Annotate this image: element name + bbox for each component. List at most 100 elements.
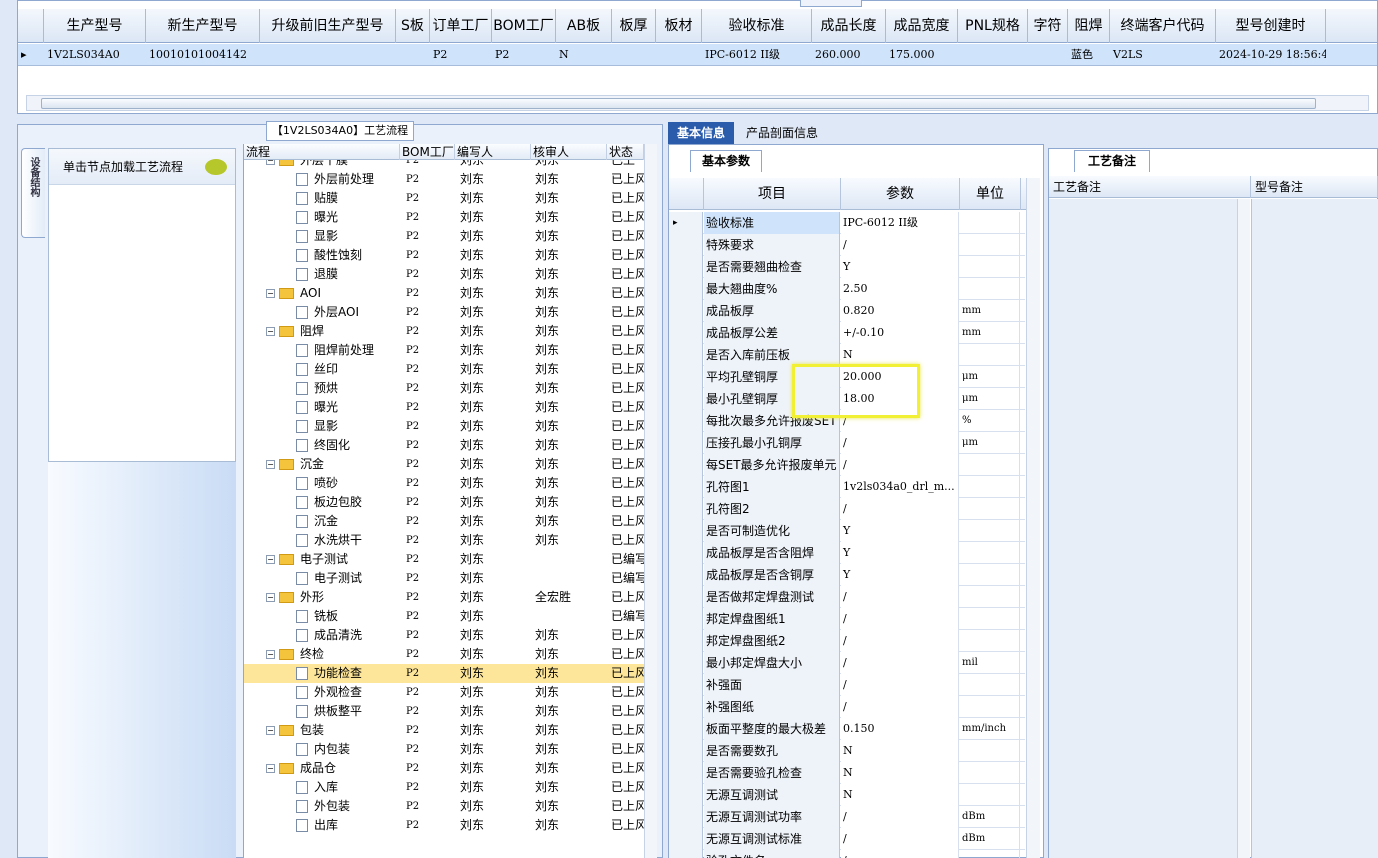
col-unit[interactable]: 单位 — [960, 178, 1021, 210]
param-value[interactable]: / — [841, 586, 959, 608]
flow-row[interactable]: − 成品仓 P2 刘东 刘东 已上风 — [244, 759, 644, 778]
flow-row[interactable]: 显影 P2 刘东 刘东 已上风 — [244, 227, 644, 246]
flow-node[interactable]: 出库 — [296, 816, 338, 835]
param-row[interactable]: 是否需要验孔检查 N — [669, 762, 1025, 784]
param-row[interactable]: 无源互调测试功率 / dBm — [669, 806, 1025, 828]
model-grid-col-7[interactable]: 板厚 — [612, 9, 656, 43]
flow-row[interactable]: − 外层干膜 P2 刘东 刘东 已上 — [244, 160, 644, 170]
param-value[interactable]: 0.820 — [841, 300, 959, 322]
flow-node[interactable]: 入库 — [296, 778, 338, 797]
param-value[interactable]: / — [841, 498, 959, 520]
param-row[interactable]: 压接孔最小孔铜厚 / μm — [669, 432, 1025, 454]
model-grid-cell-14[interactable]: 蓝色 — [1068, 44, 1110, 66]
param-value[interactable]: N — [841, 762, 959, 784]
flow-row[interactable]: − AOI P2 刘东 刘东 已上风 — [244, 284, 644, 303]
model-grid-cell-8[interactable] — [656, 44, 702, 66]
flow-row[interactable]: 成品清洗 P2 刘东 刘东 已上风 — [244, 626, 644, 645]
param-value[interactable]: / — [841, 806, 959, 828]
model-grid-cell-1[interactable]: 10010101004142 — [146, 44, 260, 66]
flow-row[interactable]: − 电子测试 P2 刘东 已编写 — [244, 550, 644, 569]
flow-row[interactable]: 出库 P2 刘东 刘东 已上风 — [244, 816, 644, 835]
col-bom[interactable]: BOM工厂 — [400, 144, 455, 160]
model-notes-field[interactable] — [1251, 199, 1378, 858]
flow-row[interactable]: 铣板 P2 刘东 已编写 — [244, 607, 644, 626]
flow-node[interactable]: − 电子测试 — [266, 550, 348, 569]
col-reviewer[interactable]: 核审人 — [531, 144, 607, 160]
model-grid-col-11[interactable]: 成品宽度 — [886, 9, 958, 43]
param-value[interactable]: N — [841, 784, 959, 806]
model-grid-cell-13[interactable] — [1028, 44, 1068, 66]
model-grid-cell-5[interactable]: P2 — [492, 44, 556, 66]
param-value[interactable]: / — [841, 828, 959, 850]
param-row[interactable]: 补强面 / — [669, 674, 1025, 696]
flow-node[interactable]: 板边包胶 — [296, 493, 362, 512]
model-grid-col-4[interactable]: 订单工厂 — [430, 9, 492, 43]
model-grid-cell-10[interactable]: 260.000 — [812, 44, 886, 66]
param-row[interactable]: 无源互调测试标准 / dBm — [669, 828, 1025, 850]
flow-row[interactable]: 喷砂 P2 刘东 刘东 已上风 — [244, 474, 644, 493]
flow-node[interactable]: 退膜 — [296, 265, 338, 284]
model-grid-col-10[interactable]: 成品长度 — [812, 9, 886, 43]
col-process-notes[interactable]: 工艺备注 — [1049, 176, 1251, 198]
param-value[interactable]: 0.150 — [841, 718, 959, 740]
notes-scrollbar[interactable] — [1237, 199, 1250, 858]
model-grid-cell-11[interactable]: 175.000 — [886, 44, 958, 66]
param-row[interactable]: 最大翘曲度% 2.50 — [669, 278, 1025, 300]
model-grid-col-12[interactable]: PNL规格 — [958, 9, 1028, 43]
flow-node[interactable]: 曝光 — [296, 398, 338, 417]
param-value[interactable]: +/-0.10 — [841, 322, 959, 344]
params-vertical-scrollbar[interactable] — [1026, 178, 1040, 858]
param-row[interactable]: 特殊要求 / — [669, 234, 1025, 256]
flow-node[interactable]: 显影 — [296, 417, 338, 436]
flow-row[interactable]: − 外形 P2 刘东 全宏胜 已上风 — [244, 588, 644, 607]
param-value[interactable]: Y — [841, 542, 959, 564]
param-value[interactable]: / — [841, 652, 959, 674]
flow-row[interactable]: 外层前处理 P2 刘东 刘东 已上风 — [244, 170, 644, 189]
collapse-icon[interactable]: − — [266, 327, 275, 336]
flow-row[interactable]: 阻焊前处理 P2 刘东 刘东 已上风 — [244, 341, 644, 360]
model-grid-cell-2[interactable] — [260, 44, 396, 66]
collapse-icon[interactable]: − — [266, 160, 275, 165]
process-notes-field[interactable] — [1049, 199, 1237, 858]
flow-row[interactable]: 内包装 P2 刘东 刘东 已上风 — [244, 740, 644, 759]
flow-row[interactable]: 功能检查 P2 刘东 刘东 已上风 — [244, 664, 644, 683]
param-value[interactable]: Y — [841, 256, 959, 278]
model-grid-col-1[interactable]: 新生产型号 — [146, 9, 260, 43]
col-param[interactable]: 参数 — [841, 178, 960, 210]
flow-row[interactable]: 外观检查 P2 刘东 刘东 已上风 — [244, 683, 644, 702]
param-row[interactable]: 成品板厚是否含阻焊 Y — [669, 542, 1025, 564]
param-row[interactable]: 邦定焊盘图纸1/ — [669, 608, 1025, 630]
flow-node[interactable]: 丝印 — [296, 360, 338, 379]
flow-row[interactable]: 曝光 P2 刘东 刘东 已上风 — [244, 208, 644, 227]
tab-basic-info[interactable]: 基本信息 — [668, 122, 734, 144]
model-grid-col-9[interactable]: 验收标准 — [702, 9, 812, 43]
collapse-icon[interactable]: − — [266, 764, 275, 773]
flow-node[interactable]: − 沉金 — [266, 455, 324, 474]
model-grid-col-5[interactable]: BOM工厂 — [492, 9, 556, 43]
param-value[interactable]: / — [841, 850, 959, 858]
flow-row[interactable]: 板边包胶 P2 刘东 刘东 已上风 — [244, 493, 644, 512]
param-row[interactable]: 成品板厚公差 +/-0.10 mm — [669, 322, 1025, 344]
flow-row[interactable]: 酸性蚀刻 P2 刘东 刘东 已上风 — [244, 246, 644, 265]
flow-row[interactable]: 外层AOI P2 刘东 刘东 已上风 — [244, 303, 644, 322]
flow-node[interactable]: 曝光 — [296, 208, 338, 227]
param-value[interactable]: IPC-6012 II级 — [841, 212, 959, 234]
param-row[interactable]: 是否可制造优化 Y — [669, 520, 1025, 542]
param-value[interactable]: Y — [841, 564, 959, 586]
model-grid-cell-6[interactable]: N — [556, 44, 612, 66]
col-writer[interactable]: 编写人 — [455, 144, 531, 160]
param-row[interactable]: 是否入库前压板 N — [669, 344, 1025, 366]
flow-row[interactable]: 沉金 P2 刘东 刘东 已上风 — [244, 512, 644, 531]
flow-node[interactable]: 外观检查 — [296, 683, 362, 702]
param-row[interactable]: 补强图纸 / — [669, 696, 1025, 718]
flow-row[interactable]: 预烘 P2 刘东 刘东 已上风 — [244, 379, 644, 398]
flow-row[interactable]: 退膜 P2 刘东 刘东 已上风 — [244, 265, 644, 284]
flow-node[interactable]: 终固化 — [296, 436, 350, 455]
model-grid-cell-12[interactable] — [958, 44, 1028, 66]
collapse-icon[interactable]: − — [266, 289, 275, 298]
collapse-icon[interactable]: − — [266, 650, 275, 659]
flow-row[interactable]: 丝印 P2 刘东 刘东 已上风 — [244, 360, 644, 379]
param-value[interactable]: 2.50 — [841, 278, 959, 300]
horizontal-scrollbar[interactable] — [26, 95, 1369, 111]
flow-vertical-scrollbar[interactable] — [644, 144, 657, 858]
